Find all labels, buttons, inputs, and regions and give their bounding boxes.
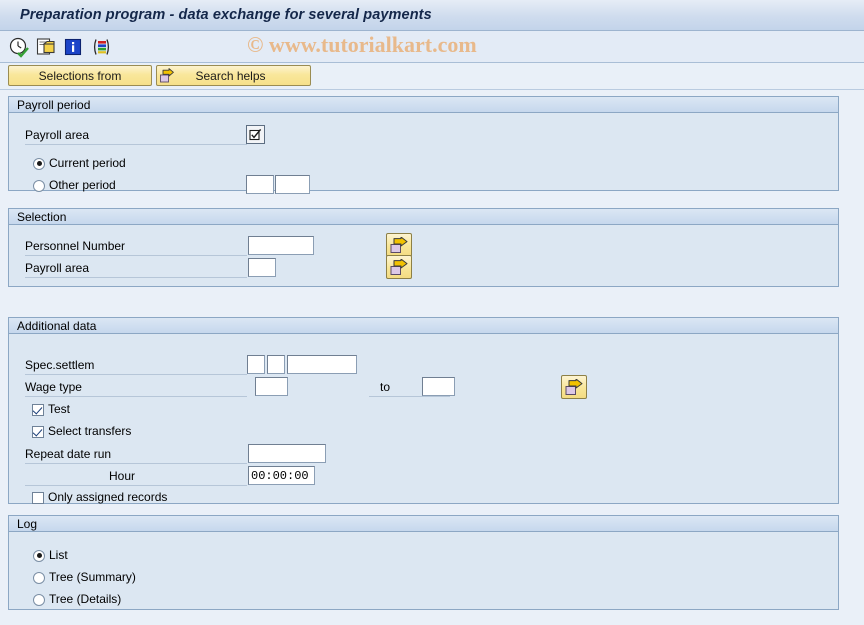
label-rule <box>25 374 247 375</box>
checkbox-select-transfers-label: Select transfers <box>48 424 132 438</box>
label-rule <box>25 144 247 145</box>
radio-log-tree-summary-label: Tree (Summary) <box>49 570 136 584</box>
group-log-body: List Tree (Summary) Tree (Details) <box>9 532 838 625</box>
selections-from-button[interactable]: Selections from <box>8 65 152 86</box>
arrow-right-icon <box>390 236 408 253</box>
group-additional-data-body: Spec.settlem Wage type to Test Select tr… <box>9 334 838 519</box>
checkbox-test-marker <box>32 403 44 416</box>
arrow-right-icon <box>390 258 408 275</box>
wage-type-from-input[interactable] <box>255 377 288 396</box>
spec-settlem-input-3[interactable] <box>287 355 357 374</box>
selection-payroll-area-label: Payroll area <box>25 261 90 275</box>
group-payroll-period-title: Payroll period <box>9 97 838 113</box>
spec-settlem-label: Spec.settlem <box>25 358 95 372</box>
group-payroll-period: Payroll period Payroll area Current peri… <box>8 96 839 194</box>
radio-current-period-marker <box>33 157 45 170</box>
checkbox-select-transfers[interactable]: Select transfers <box>32 425 131 438</box>
group-payroll-period-body: Payroll area Current period Other period <box>9 113 838 206</box>
wage-type-label: Wage type <box>25 380 82 394</box>
group-selection-title: Selection <box>9 209 838 225</box>
radio-other-period-marker <box>33 179 45 192</box>
spec-settlem-input-2[interactable] <box>267 355 285 374</box>
checkbox-only-assigned-records-label: Only assigned records <box>48 490 168 504</box>
radio-current-period[interactable]: Current period <box>33 157 126 170</box>
checkbox-pencil-icon <box>249 128 262 141</box>
radio-log-list-label: List <box>49 548 68 562</box>
radio-log-tree-details-label: Tree (Details) <box>49 592 122 606</box>
radio-current-period-label: Current period <box>49 156 126 170</box>
hour-input[interactable] <box>248 466 315 485</box>
payroll-area-multiple-selection-button[interactable] <box>386 255 412 279</box>
radio-log-tree-details[interactable]: Tree (Details) <box>33 593 121 606</box>
group-selection-body: Personnel Number Payroll area <box>9 225 838 302</box>
group-selection: Selection Personnel Number Payroll area <box>8 208 839 287</box>
radio-log-tree-details-marker <box>33 593 45 606</box>
label-rule <box>25 255 247 256</box>
execute-clock-check-icon[interactable] <box>8 36 30 58</box>
application-toolbar: © www.tutorialkart.com <box>0 31 864 63</box>
search-helps-button[interactable]: Search helps <box>156 65 311 86</box>
radio-log-list[interactable]: List <box>33 549 68 562</box>
radio-log-tree-summary[interactable]: Tree (Summary) <box>33 571 136 584</box>
selection-payroll-area-input[interactable] <box>248 258 276 277</box>
checkbox-only-assigned-records-marker <box>32 491 44 504</box>
info-icon[interactable] <box>62 36 84 58</box>
other-period-field-1[interactable] <box>246 175 274 194</box>
checkbox-only-assigned-records[interactable]: Only assigned records <box>32 491 167 504</box>
page-title: Preparation program - data exchange for … <box>20 7 432 23</box>
checkbox-test[interactable]: Test <box>32 403 70 416</box>
wage-type-to-label: to <box>380 380 391 394</box>
label-rule <box>25 277 247 278</box>
label-rule <box>25 396 247 397</box>
group-log: Log List Tree (Summary) Tree (Details) <box>8 515 839 610</box>
label-rule <box>25 463 247 464</box>
group-additional-data-title: Additional data <box>9 318 838 334</box>
repeat-date-run-label: Repeat date run <box>25 447 112 461</box>
label-rule <box>369 396 450 397</box>
radio-other-period-label: Other period <box>49 178 116 192</box>
payroll-area-value-help-button[interactable] <box>246 125 265 144</box>
checkbox-test-label: Test <box>48 402 71 416</box>
hour-label: Hour <box>109 469 136 483</box>
variant-bars-icon[interactable] <box>89 36 111 58</box>
spec-settlem-input-1[interactable] <box>247 355 265 374</box>
radio-other-period[interactable]: Other period <box>33 179 116 192</box>
personnel-number-label: Personnel Number <box>25 239 126 253</box>
wage-type-multiple-selection-button[interactable] <box>561 375 587 399</box>
arrow-right-icon <box>159 67 175 84</box>
window-title-bar: Preparation program - data exchange for … <box>0 0 864 31</box>
watermark-text: © www.tutorialkart.com <box>247 32 477 57</box>
radio-log-list-marker <box>33 549 45 562</box>
label-rule <box>25 485 247 486</box>
wage-type-to-input[interactable] <box>422 377 455 396</box>
selections-from-label: Selections from <box>38 68 122 83</box>
group-additional-data: Additional data Spec.settlem Wage type t… <box>8 317 839 504</box>
selection-button-row: Selections from Search helps <box>0 63 864 90</box>
group-log-title: Log <box>9 516 838 532</box>
payroll-area-label: Payroll area <box>25 128 90 142</box>
checkbox-select-transfers-marker <box>32 425 44 438</box>
personnel-number-multiple-selection-button[interactable] <box>386 233 412 257</box>
search-helps-label: Search helps <box>195 68 266 83</box>
arrow-right-icon <box>565 378 583 395</box>
repeat-date-run-input[interactable] <box>248 444 326 463</box>
execute-background-icon[interactable] <box>35 36 57 58</box>
other-period-field-2[interactable] <box>275 175 310 194</box>
personnel-number-input[interactable] <box>248 236 314 255</box>
radio-log-tree-summary-marker <box>33 571 45 584</box>
